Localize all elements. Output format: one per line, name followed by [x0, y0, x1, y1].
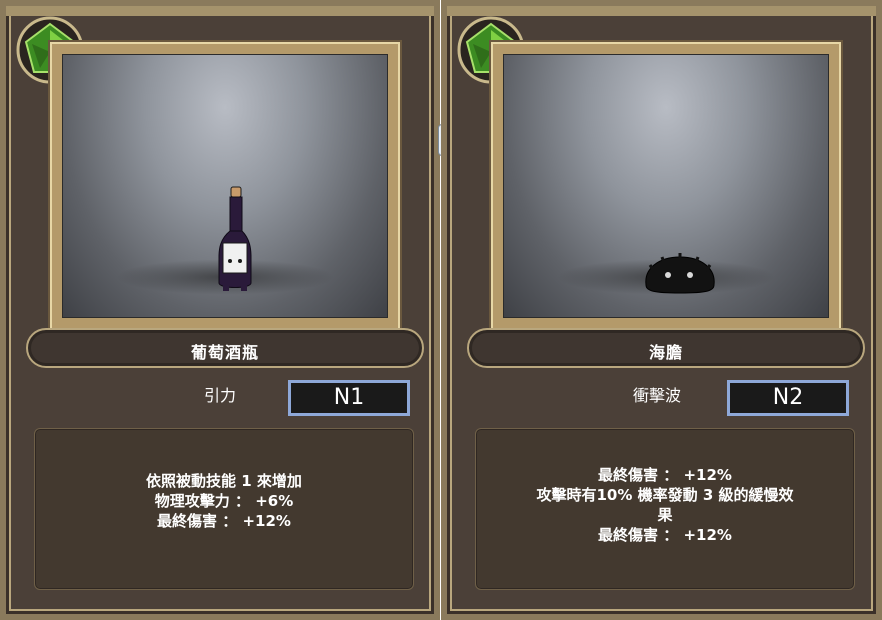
- description-box: 最終傷害 ： +12% 攻擊時有10% 機率發動 3 級的緩慢效 果 最終傷害 …: [475, 428, 855, 590]
- portrait-viewport: [62, 54, 388, 318]
- tag-label: N2: [727, 380, 849, 416]
- item-name-plaque: 葡萄酒瓶: [26, 328, 424, 368]
- description-text: 最終傷害 ： +12% 攻擊時有10% 機率發動 3 級的緩慢效 果 最終傷害 …: [476, 465, 854, 545]
- item-name: 葡萄酒瓶: [190, 343, 259, 362]
- item-name: 海膽: [648, 343, 683, 362]
- description-box: 依照被動技能 1 來增加 物理攻擊力 ： +6% 最終傷害 ： +12%: [34, 428, 414, 590]
- description-line: 最終傷害 ： +12%: [157, 512, 291, 530]
- description-line: 攻擊時有10% 機率發動 3 級的緩慢效: [536, 486, 794, 504]
- description-line: 最終傷害 ： +12%: [598, 526, 732, 544]
- description-text: 依照被動技能 1 來增加 物理攻擊力 ： +6% 最終傷害 ： +12%: [35, 471, 413, 531]
- skill-name: 衝擊波: [633, 386, 682, 405]
- description-line: 最終傷害 ： +12%: [598, 466, 732, 484]
- familiar-card-2[interactable]: 海膽 衝擊波 N2 最終傷害 ： +12% 攻擊時有10% 機率發動 3 級的緩…: [441, 0, 882, 620]
- card-top-rail: [447, 6, 876, 16]
- description-line: 物理攻擊力 ： +6%: [154, 492, 294, 510]
- tag-label: N1: [288, 380, 410, 416]
- sea-urchin-icon: [645, 253, 715, 294]
- portrait-frame: [491, 42, 841, 330]
- description-line: 果: [657, 506, 673, 524]
- portrait-frame: [50, 42, 400, 330]
- familiar-card-1[interactable]: 葡萄酒瓶 引力 N1 依照被動技能 1 來增加 物理攻擊力 ： +6% 最終傷害…: [0, 0, 440, 620]
- wine-bottle-icon: [218, 186, 252, 291]
- card-top-rail: [6, 6, 434, 16]
- skill-name: 引力: [204, 386, 237, 405]
- description-line: 依照被動技能 1 來增加: [146, 472, 302, 490]
- item-name-plaque: 海膽: [467, 328, 865, 368]
- portrait-viewport: [503, 54, 829, 318]
